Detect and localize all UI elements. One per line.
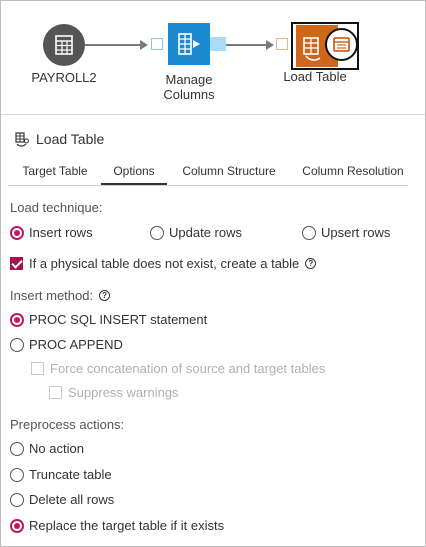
force-concatenation-checkbox: Force concatenation of source and target… xyxy=(31,361,325,376)
panel-title: Load Table xyxy=(14,131,104,147)
payroll-table-node[interactable] xyxy=(43,24,85,66)
radio-no-action[interactable]: No action xyxy=(10,441,84,456)
manage-columns-icon xyxy=(178,33,200,55)
radio-label: Insert rows xyxy=(29,225,93,240)
suppress-warnings-checkbox: Suppress warnings xyxy=(49,385,179,400)
load-technique-label: Load technique: xyxy=(10,200,103,215)
divider xyxy=(1,114,425,115)
connector-arrow xyxy=(140,40,148,50)
tab-bar: Target Table Options Column Structure Co… xyxy=(1,161,425,185)
checkbox-label: If a physical table does not exist, crea… xyxy=(29,256,300,271)
radio-button[interactable] xyxy=(10,312,24,327)
properties-window: PAYROLL2 Manage Columns Load Table Load … xyxy=(0,0,426,547)
help-icon[interactable]: ? xyxy=(305,258,317,269)
radio-label: Truncate table xyxy=(29,467,112,482)
radio-proc-append[interactable]: PROC APPEND xyxy=(10,337,123,352)
input-port[interactable] xyxy=(276,38,288,50)
input-port[interactable] xyxy=(151,38,163,50)
table-icon xyxy=(55,35,73,55)
tab-column-resolution[interactable]: Column Resolution xyxy=(292,161,414,185)
checkbox-label: Force concatenation of source and target… xyxy=(50,361,326,376)
payroll-node-label: PAYROLL2 xyxy=(31,70,97,85)
radio-proc-sql-insert[interactable]: PROC SQL INSERT statement xyxy=(10,312,207,327)
checkbox[interactable] xyxy=(10,257,23,270)
tab-target-table[interactable]: Target Table xyxy=(13,161,97,185)
radio-replace-target-table[interactable]: Replace the target table if it exists xyxy=(10,518,224,533)
manage-columns-label-text: Manage Columns xyxy=(163,72,215,102)
radio-button[interactable] xyxy=(10,492,24,507)
checkbox xyxy=(49,386,62,399)
radio-button[interactable] xyxy=(10,467,24,482)
preprocess-actions-label: Preprocess actions: xyxy=(10,417,125,432)
insert-method-label: Insert method: ? xyxy=(10,288,111,303)
radio-truncate-table[interactable]: Truncate table xyxy=(10,467,112,482)
tab-column-structure[interactable]: Column Structure xyxy=(173,161,285,185)
radio-button[interactable] xyxy=(10,337,24,352)
radio-label: PROC APPEND xyxy=(29,337,123,352)
flow-diagram: PAYROLL2 Manage Columns Load Table xyxy=(1,1,425,113)
radio-label: Delete all rows xyxy=(29,492,115,507)
manage-columns-label: Manage Columns xyxy=(149,72,229,102)
target-table-badge xyxy=(325,28,358,61)
radio-upsert-rows[interactable]: Upsert rows xyxy=(302,225,390,240)
connector-arrow xyxy=(266,40,274,50)
tab-options[interactable]: Options xyxy=(101,161,167,185)
radio-button[interactable] xyxy=(302,225,316,240)
help-icon[interactable]: ? xyxy=(99,290,111,301)
radio-label: No action xyxy=(29,441,84,456)
radio-delete-all-rows[interactable]: Delete all rows xyxy=(10,492,114,507)
radio-label: Replace the target table if it exists xyxy=(29,518,225,533)
manage-columns-node[interactable] xyxy=(168,23,210,65)
radio-button[interactable] xyxy=(150,225,164,240)
connector-line xyxy=(226,44,266,46)
checkbox-label: Suppress warnings xyxy=(68,385,179,400)
radio-label: Update rows xyxy=(169,225,242,240)
panel-title-text: Load Table xyxy=(36,131,105,147)
radio-label: Upsert rows xyxy=(321,225,391,240)
insert-method-label-text: Insert method: xyxy=(10,288,94,303)
radio-button[interactable] xyxy=(10,225,24,240)
connector-line xyxy=(85,44,140,46)
radio-insert-rows[interactable]: Insert rows xyxy=(10,225,93,240)
radio-button[interactable] xyxy=(10,441,24,456)
create-table-checkbox[interactable]: If a physical table does not exist, crea… xyxy=(10,256,317,271)
load-table-label: Load Table xyxy=(283,69,347,84)
load-table-icon xyxy=(15,132,29,147)
tab-divider xyxy=(8,185,408,186)
table-icon xyxy=(333,37,350,52)
checkbox xyxy=(31,362,44,375)
radio-button[interactable] xyxy=(10,518,24,533)
output-port[interactable] xyxy=(210,37,226,51)
radio-update-rows[interactable]: Update rows xyxy=(150,225,242,240)
radio-label: PROC SQL INSERT statement xyxy=(29,312,208,327)
